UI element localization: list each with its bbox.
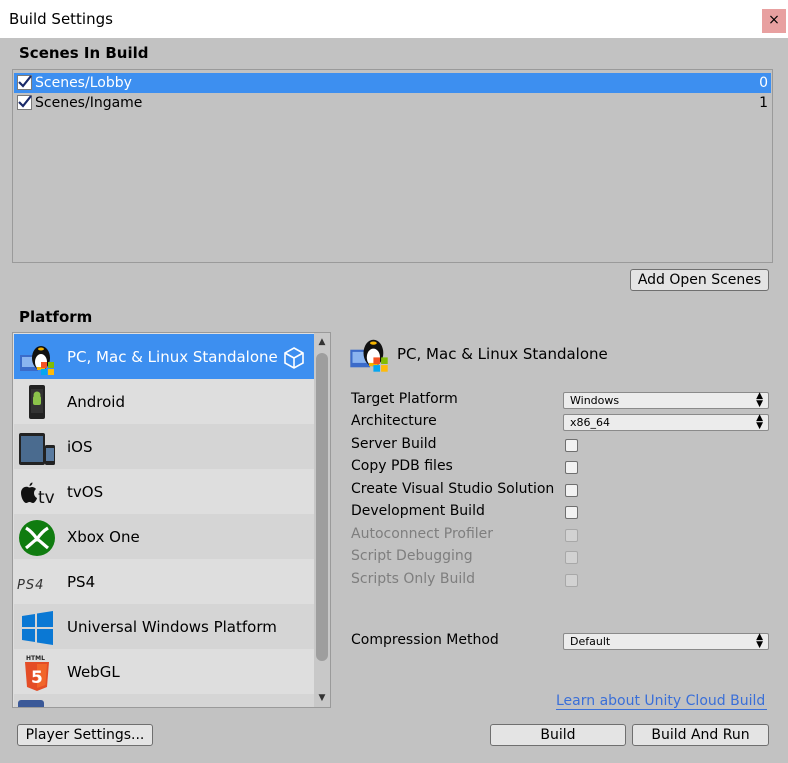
compression-method-label: Compression Method: [351, 632, 499, 648]
scroll-thumb[interactable]: [316, 353, 328, 661]
development-build-checkbox[interactable]: [565, 506, 578, 519]
scene-row-lobby[interactable]: Scenes/Lobby 0: [14, 73, 771, 93]
platform-heading: Platform: [19, 308, 93, 326]
platform-item-xbox-one[interactable]: Xbox One: [14, 514, 314, 559]
window-title: Build Settings: [9, 10, 113, 28]
compression-method-value: Default: [570, 635, 611, 648]
scene-checkbox[interactable]: [17, 75, 32, 90]
platform-list[interactable]: PC, Mac & Linux Standalone Android iOS t…: [12, 332, 331, 708]
platform-item-ios[interactable]: iOS: [14, 424, 314, 469]
platform-item-webgl[interactable]: HTML 5 WebGL: [14, 649, 314, 694]
copy-pdb-checkbox[interactable]: [565, 461, 578, 474]
target-platform-value: Windows: [570, 394, 620, 407]
scene-checkbox[interactable]: [17, 95, 32, 110]
create-vs-solution-checkbox[interactable]: [565, 484, 578, 497]
scene-index: 0: [759, 75, 768, 91]
linux-tux-icon: [17, 339, 57, 375]
server-build-checkbox[interactable]: [565, 439, 578, 452]
unity-logo-icon: [282, 346, 306, 374]
selected-platform-icon: [347, 332, 391, 374]
platform-item-uwp[interactable]: Universal Windows Platform: [14, 604, 314, 649]
platform-label: tvOS: [67, 483, 104, 501]
scripts-only-build-label: Scripts Only Build: [351, 571, 476, 587]
svg-text:tv: tv: [38, 488, 55, 508]
dropdown-arrows-icon: ▲ ▼: [756, 391, 763, 409]
scroll-down-arrow-icon[interactable]: ▼: [314, 691, 330, 705]
server-build-label: Server Build: [351, 436, 437, 452]
scripts-only-build-checkbox: [565, 574, 578, 587]
player-settings-button[interactable]: Player Settings...: [17, 724, 153, 746]
scenes-heading: Scenes In Build: [19, 44, 149, 62]
target-platform-label: Target Platform: [351, 391, 458, 407]
unity-cloud-build-link[interactable]: Learn about Unity Cloud Build: [556, 693, 767, 710]
svg-text:PS4: PS4: [17, 578, 44, 593]
platform-item-ps4[interactable]: PS4 PS4: [14, 559, 314, 604]
facebook-icon: [18, 700, 44, 707]
html5-icon: HTML 5: [17, 654, 57, 691]
windows-logo-icon: [17, 609, 57, 645]
target-platform-select[interactable]: Windows ▲ ▼: [563, 392, 769, 409]
architecture-label: Architecture: [351, 413, 437, 429]
scenes-list[interactable]: Scenes/Lobby 0 Scenes/Ingame 1: [12, 69, 773, 263]
compression-method-select[interactable]: Default ▲ ▼: [563, 633, 769, 650]
platform-item-partial[interactable]: [14, 694, 314, 707]
development-build-label: Development Build: [351, 503, 485, 519]
title-bar: Build Settings ×: [0, 0, 788, 38]
architecture-value: x86_64: [570, 416, 611, 429]
platform-item-android[interactable]: Android: [14, 379, 314, 424]
svg-text:5: 5: [31, 668, 43, 688]
android-phone-icon: [17, 384, 57, 420]
platform-scrollbar[interactable]: ▲ ▼: [314, 333, 330, 707]
platform-label: Universal Windows Platform: [67, 618, 277, 636]
platform-item-standalone[interactable]: PC, Mac & Linux Standalone: [14, 334, 314, 379]
script-debugging-checkbox: [565, 551, 578, 564]
ios-devices-icon: [17, 429, 57, 465]
scroll-up-arrow-icon[interactable]: ▲: [314, 335, 330, 349]
add-open-scenes-button[interactable]: Add Open Scenes: [630, 269, 769, 291]
dropdown-arrows-icon: ▲ ▼: [756, 632, 763, 650]
platform-label: PS4: [67, 573, 96, 591]
platform-label: Android: [67, 393, 125, 411]
autoconnect-profiler-checkbox: [565, 529, 578, 542]
platform-label: iOS: [67, 438, 93, 456]
create-vs-solution-label: Create Visual Studio Solution: [351, 481, 555, 497]
checkmark-icon: [18, 75, 32, 88]
scene-name: Scenes/Lobby: [35, 75, 132, 91]
scene-name: Scenes/Ingame: [35, 95, 143, 111]
build-and-run-button[interactable]: Build And Run: [632, 724, 769, 746]
platform-label: PC, Mac & Linux Standalone: [67, 348, 278, 366]
apple-tv-icon: tv: [17, 474, 57, 510]
ps4-logo-icon: PS4: [17, 564, 57, 600]
script-debugging-label: Script Debugging: [351, 548, 473, 564]
platform-label: Xbox One: [67, 528, 140, 546]
checkmark-icon: [18, 95, 32, 108]
platform-item-tvos[interactable]: tv tvOS: [14, 469, 314, 514]
platform-label: WebGL: [67, 663, 120, 681]
copy-pdb-label: Copy PDB files: [351, 458, 453, 474]
architecture-select[interactable]: x86_64 ▲ ▼: [563, 414, 769, 431]
scene-index: 1: [759, 95, 768, 111]
dropdown-arrows-icon: ▲ ▼: [756, 413, 763, 431]
scene-row-ingame[interactable]: Scenes/Ingame 1: [14, 93, 771, 113]
autoconnect-profiler-label: Autoconnect Profiler: [351, 526, 494, 542]
svg-text:HTML: HTML: [26, 655, 45, 662]
close-button[interactable]: ×: [762, 9, 786, 33]
build-button[interactable]: Build: [490, 724, 626, 746]
xbox-icon: [17, 519, 57, 556]
details-title: PC, Mac & Linux Standalone: [397, 345, 608, 363]
